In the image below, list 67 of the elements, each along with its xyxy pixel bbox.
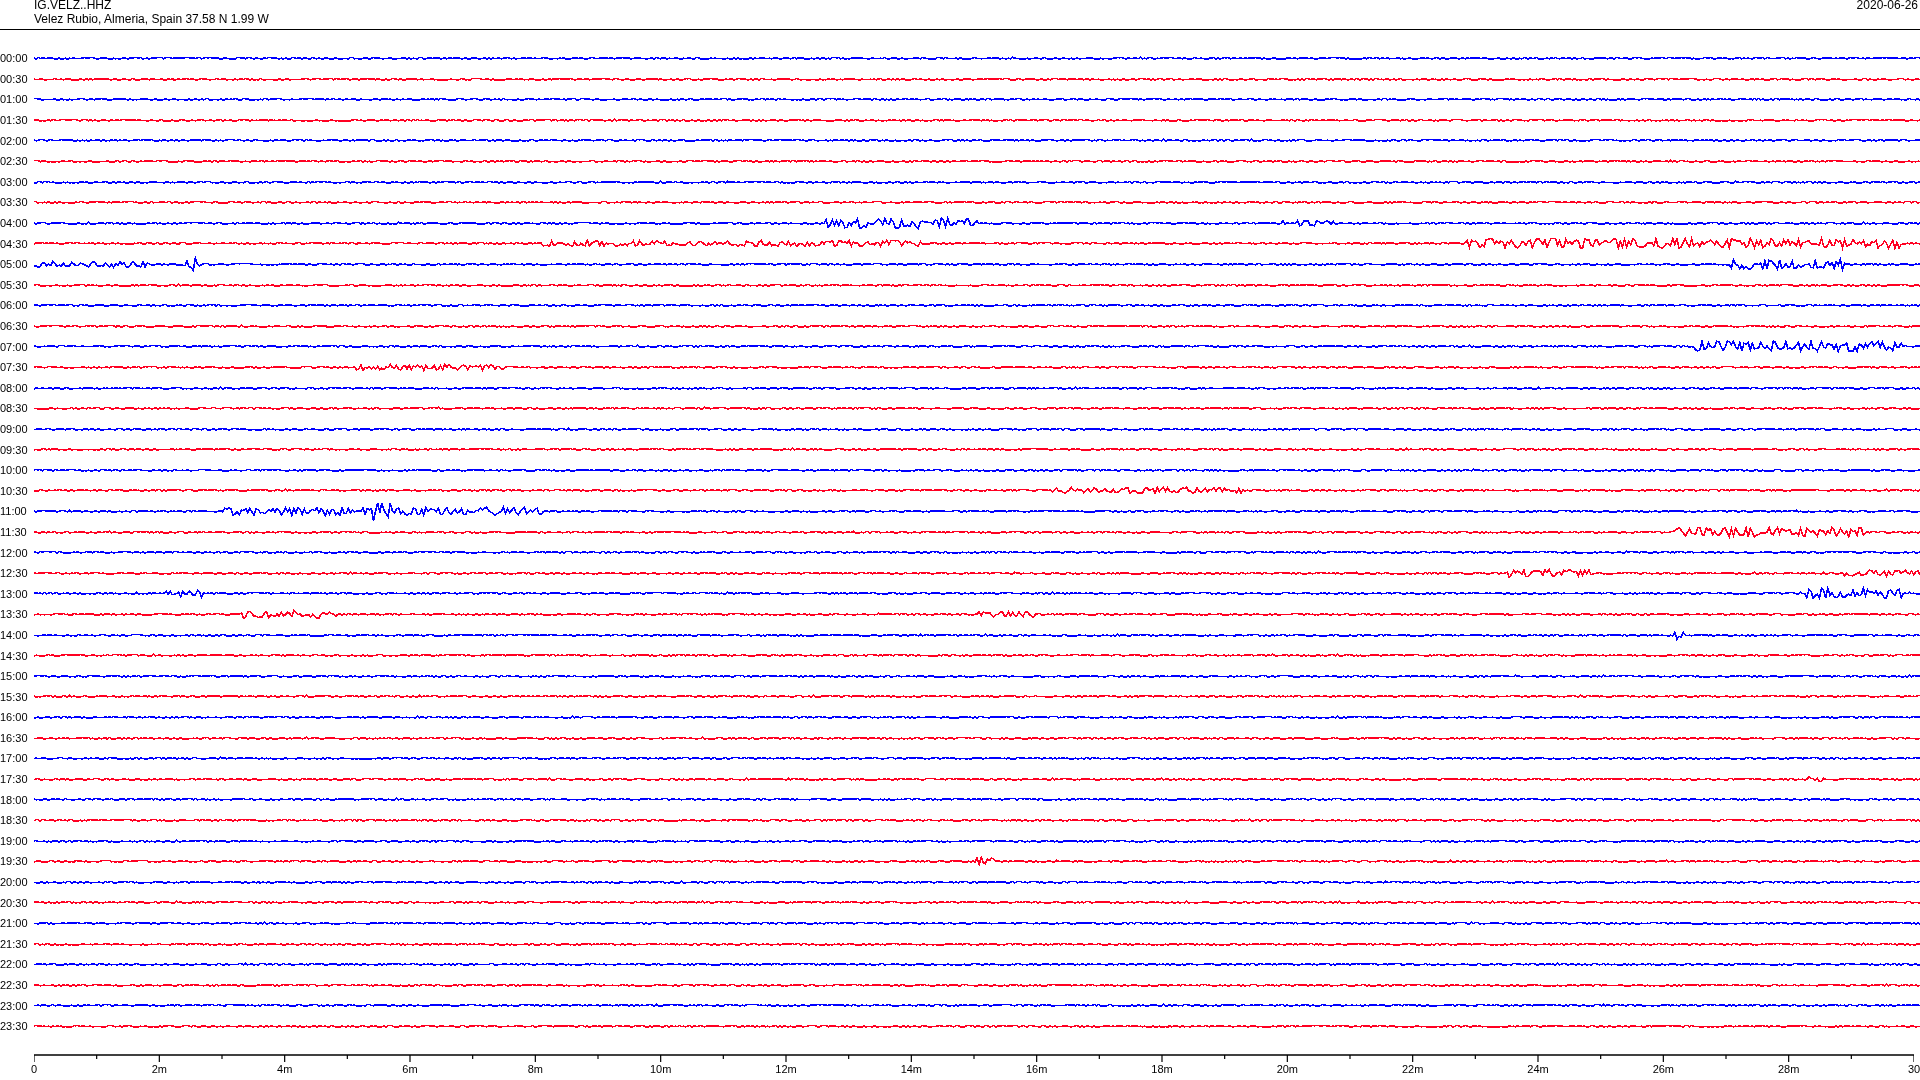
time-label: 20:00 [0, 876, 29, 889]
time-label: 03:00 [0, 175, 29, 188]
axis-label: 28m [1777, 1061, 1800, 1076]
time-label: 10:00 [0, 464, 29, 477]
time-label: 06:30 [0, 320, 29, 332]
time-label: 09:30 [0, 443, 29, 456]
time-label: 16:30 [0, 731, 29, 744]
time-label: 21:30 [0, 937, 29, 950]
time-label: 17:30 [0, 773, 29, 786]
time-label: 01:30 [0, 114, 29, 127]
time-label: 11:30 [0, 525, 28, 538]
axis-label: 10m [649, 1061, 672, 1076]
time-label: 20:30 [0, 896, 29, 909]
time-label: 01:00 [0, 93, 29, 106]
time-label: 00:30 [0, 72, 29, 85]
time-label: 22:00 [0, 958, 29, 971]
axis-label: 24m [1527, 1061, 1549, 1076]
time-label: 10:30 [0, 484, 29, 497]
time-label: 15:30 [0, 690, 29, 703]
time-label: 09:00 [0, 423, 29, 435]
time-label: 14:00 [0, 628, 29, 641]
time-label: 02:30 [0, 155, 29, 168]
axis-label: 26m [1652, 1061, 1675, 1076]
time-label: 12:00 [0, 546, 29, 559]
time-label: 16:00 [0, 711, 29, 724]
time-label: 08:30 [0, 402, 29, 415]
axis-label: 20m [1276, 1061, 1299, 1076]
time-label: 13:00 [0, 587, 29, 600]
time-label: 14:30 [0, 649, 29, 662]
axis-label: 0 [30, 1061, 38, 1076]
time-label: 07:00 [0, 340, 29, 353]
axis-label: 14m [900, 1061, 923, 1076]
time-label: 04:00 [0, 217, 29, 230]
time-label: 18:30 [0, 814, 29, 827]
axis-label: 30 [1907, 1061, 1920, 1076]
time-label: 19:30 [0, 855, 29, 868]
time-label: 15:00 [0, 670, 29, 683]
time-label: 03:30 [0, 196, 29, 209]
plot-date: 2020-06-26 [1856, 0, 1919, 14]
time-label: 21:00 [0, 917, 29, 930]
time-label: 23:00 [0, 999, 29, 1012]
axis-label: 4m [277, 1061, 293, 1076]
axis-label: 8m [527, 1061, 543, 1076]
time-label: 04:30 [0, 237, 29, 250]
axis-label: 16m [1025, 1061, 1048, 1076]
station-code: IG.VELZ..HHZ [34, 0, 113, 12]
axis-label: 22m [1401, 1061, 1424, 1076]
time-label: 19:00 [0, 834, 29, 847]
time-label: 05:30 [0, 278, 29, 291]
time-label: 06:00 [0, 299, 29, 312]
time-label: 22:30 [0, 979, 29, 991]
time-label: 13:30 [0, 608, 29, 621]
station-location: Velez Rubio, Almeria, Spain 37.58 N 1.99 W [34, 12, 269, 26]
time-label: 05:00 [0, 258, 29, 271]
time-label: 11:00 [0, 505, 28, 518]
axis-label: 6m [402, 1061, 418, 1076]
time-label: 02:00 [0, 134, 29, 147]
time-label: 08:00 [0, 381, 29, 394]
time-label: 23:30 [0, 1020, 29, 1033]
time-label: 07:30 [0, 361, 29, 374]
axis-label: 12m [775, 1061, 797, 1076]
time-label: 12:30 [0, 567, 29, 580]
time-label: 18:00 [0, 793, 29, 806]
axis-label: 18m [1151, 1061, 1173, 1076]
axis-label: 2m [151, 1061, 167, 1076]
time-label: 00:00 [0, 52, 29, 65]
time-label: 17:00 [0, 752, 29, 765]
